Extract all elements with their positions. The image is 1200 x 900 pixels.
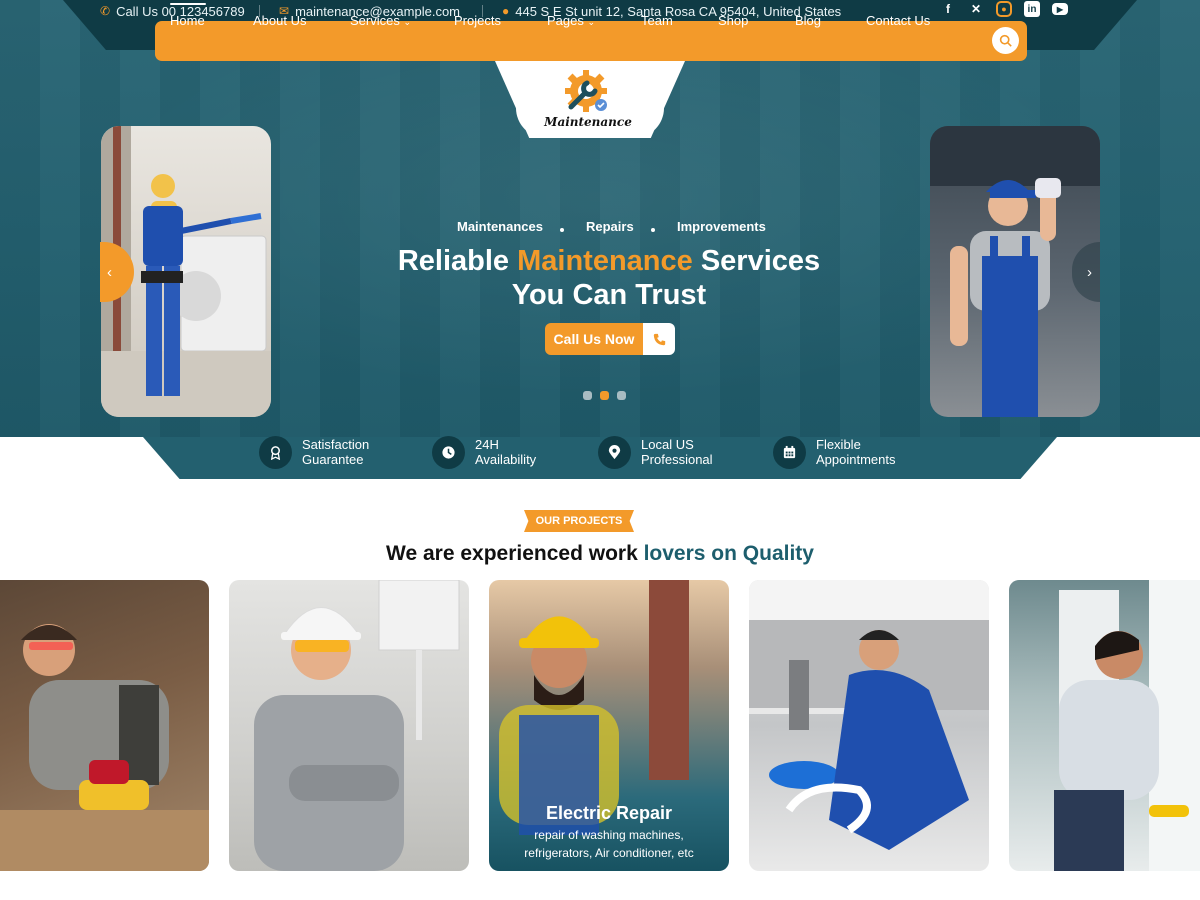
- feature-24h: 24H Availability: [432, 435, 536, 469]
- social-links: f ✕ ● in ▶: [940, 1, 1068, 17]
- project-card-woodwork[interactable]: [0, 580, 209, 871]
- logo-text: Maintenance: [544, 115, 632, 129]
- chevron-left-icon: ‹: [107, 263, 112, 281]
- feature-text: Local US Professional: [641, 437, 713, 467]
- project-desc-line1: repair of washing machines,: [534, 828, 684, 842]
- search-icon: [999, 34, 1012, 47]
- nav-blog[interactable]: Blog: [795, 13, 821, 28]
- instagram-icon[interactable]: ●: [996, 1, 1012, 17]
- feature-satisfaction: Satisfaction Guarantee: [259, 435, 369, 469]
- call-us-now-button[interactable]: Call Us Now: [545, 323, 675, 355]
- award-icon: [259, 435, 292, 469]
- location-pin-icon: [598, 435, 631, 469]
- location-pin-icon: ●: [502, 4, 510, 18]
- nav-services[interactable]: Services ⌄: [350, 13, 411, 28]
- cleaner-illustration: [1054, 580, 1200, 871]
- section-title-pre: We are experienced work: [386, 542, 644, 565]
- project-title: Electric Repair: [545, 803, 673, 823]
- tag-separator-dot: [651, 228, 655, 232]
- tag-separator-dot: [560, 228, 564, 232]
- project-card-electric-repair[interactable]: Electric Repair repair of washing machin…: [489, 580, 729, 871]
- feature-local: Local US Professional: [598, 435, 713, 469]
- facebook-icon[interactable]: f: [940, 1, 956, 17]
- slider-dot-2[interactable]: [600, 391, 609, 400]
- search-button[interactable]: [992, 27, 1019, 54]
- youtube-icon[interactable]: ▶: [1052, 3, 1068, 15]
- nav-home[interactable]: Home: [170, 3, 206, 28]
- page: ✆ Call Us 00 123456789 ✉ maintenance@exa…: [0, 0, 1200, 900]
- project-description: repair of washing machines, refrigerators…: [509, 826, 709, 862]
- section-title: We are experienced work lovers on Qualit…: [300, 542, 900, 566]
- nav-shop[interactable]: Shop: [718, 13, 748, 28]
- nav-about-us[interactable]: About Us: [253, 13, 306, 28]
- feature-text: Flexible Appointments: [816, 437, 896, 467]
- plumber-illustration: [749, 580, 989, 850]
- headline-post: Services: [692, 245, 821, 277]
- section-title-highlight: lovers on Quality: [643, 542, 814, 565]
- hero-headline: Reliable Maintenance Services You Can Tr…: [300, 244, 918, 312]
- nav-pages[interactable]: Pages ⌄: [547, 13, 595, 28]
- feature-line2: Appointments: [816, 452, 896, 467]
- nav-services-label: Services: [350, 13, 400, 28]
- headline-line2: You Can Trust: [511, 279, 707, 311]
- hero-tag: Improvements: [677, 219, 766, 234]
- chevron-right-icon: ›: [1087, 263, 1092, 281]
- phone-icon: ✆: [100, 4, 111, 18]
- linkedin-icon[interactable]: in: [1024, 1, 1040, 17]
- slider-dot-3[interactable]: [617, 391, 626, 400]
- hero-tags: Maintenances Repairs Improvements: [0, 219, 1200, 235]
- clock-icon: [432, 435, 465, 469]
- feature-line1: Flexible: [816, 437, 861, 452]
- nav-contact-us[interactable]: Contact Us: [866, 13, 930, 28]
- headline-accent: Maintenance: [517, 245, 693, 277]
- feature-flexible: Flexible Appointments: [773, 435, 896, 469]
- project-desc-line2: refrigerators, Air conditioner, etc: [524, 846, 694, 860]
- feature-line2: Guarantee: [302, 452, 364, 467]
- nav-pages-label: Pages: [547, 13, 584, 28]
- gear-wrench-logo-icon: [565, 70, 607, 112]
- feature-text: Satisfaction Guarantee: [302, 437, 369, 467]
- phone-icon: [643, 323, 675, 355]
- x-icon[interactable]: ✕: [968, 1, 984, 17]
- project-card-plumbing[interactable]: [749, 580, 989, 871]
- nav-team[interactable]: Team: [641, 13, 673, 28]
- feature-line1: Satisfaction: [302, 437, 370, 452]
- hero-tag: Repairs: [586, 219, 634, 234]
- project-card-cleaning[interactable]: [1009, 580, 1200, 871]
- slider-dot-1[interactable]: [583, 391, 592, 400]
- chevron-down-icon: ⌄: [587, 17, 596, 27]
- electrician-illustration: [254, 580, 460, 871]
- feature-line1: 24H: [475, 437, 499, 452]
- calendar-icon: [773, 435, 806, 469]
- nav-projects[interactable]: Projects: [454, 13, 501, 28]
- hero-tag: Maintenances: [457, 219, 543, 234]
- feature-text: 24H Availability: [475, 437, 536, 467]
- feature-line2: Professional: [641, 452, 713, 467]
- woodworker-illustration: [0, 624, 209, 871]
- headline-pre: Reliable: [397, 245, 518, 277]
- project-card-electrician[interactable]: [229, 580, 469, 871]
- chevron-down-icon: ⌄: [403, 17, 412, 27]
- feature-line1: Local US: [641, 437, 694, 452]
- call-us-now-label: Call Us Now: [545, 323, 643, 355]
- section-badge: OUR PROJECTS: [524, 510, 634, 532]
- feature-line2: Availability: [475, 452, 537, 467]
